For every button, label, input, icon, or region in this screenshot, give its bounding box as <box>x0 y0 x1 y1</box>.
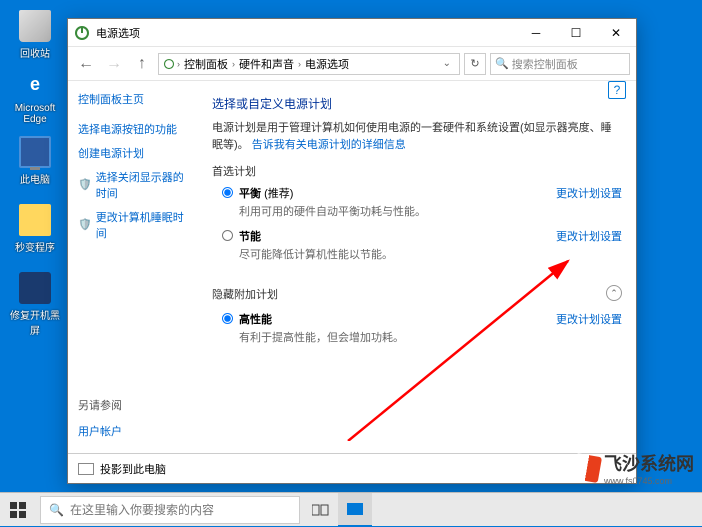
plan-description: 尽可能降低计算机性能以节能。 <box>239 246 556 262</box>
page-heading: 选择或自定义电源计划 <box>212 95 622 112</box>
plan-name: 节能 <box>239 231 261 243</box>
search-icon: 🔍 <box>49 503 64 517</box>
desktop-icon-thispc[interactable]: 此电脑 <box>10 136 60 186</box>
change-plan-link[interactable]: 更改计划设置 <box>556 311 622 327</box>
watermark-url: www.fs0745.com <box>604 476 694 486</box>
breadcrumb[interactable]: › 控制面板 › 硬件和声音 › 电源选项 ⌄ <box>158 53 460 75</box>
chevron-right-icon: › <box>177 59 180 69</box>
plan-radio-powersaver[interactable] <box>222 230 233 241</box>
plan-description: 利用可用的硬件自动平衡功耗与性能。 <box>239 203 556 219</box>
desktop-icon-label: 此电脑 <box>10 171 60 186</box>
task-view-button[interactable] <box>304 493 338 527</box>
desktop-icon-repair[interactable]: 修复开机黑屏 <box>10 272 60 337</box>
plan-highperf: 高性能 有利于提高性能，但会增加功耗。 更改计划设置 <box>222 311 622 351</box>
plan-name: 高性能 <box>239 314 272 326</box>
shield-icon: 🛡️ <box>78 178 92 192</box>
minimize-button[interactable]: ─ <box>516 19 556 47</box>
back-button[interactable]: ← <box>74 52 98 76</box>
up-button[interactable]: ↑ <box>130 52 154 76</box>
desktop-icon-label: 回收站 <box>10 45 60 60</box>
recycle-bin-icon <box>19 10 51 42</box>
desktop-icon-label: 修复开机黑屏 <box>10 307 60 337</box>
taskview-icon <box>312 503 330 517</box>
refresh-button[interactable]: ↻ <box>464 53 486 75</box>
folder-icon <box>19 204 51 236</box>
search-icon: 🔍 <box>495 57 509 70</box>
search-placeholder: 在这里输入你要搜索的内容 <box>70 501 214 518</box>
change-plan-link[interactable]: 更改计划设置 <box>556 185 622 201</box>
computer-icon <box>19 136 51 168</box>
sidebar-link-display-off[interactable]: 🛡️选择关闭显示器的时间 <box>78 169 188 201</box>
close-button[interactable]: ✕ <box>596 19 636 47</box>
plan-description: 有利于提高性能，但会增加功耗。 <box>239 329 556 345</box>
watermark-brand: 飞沙系统网 <box>604 454 694 474</box>
titlebar: 电源选项 ─ ☐ ✕ <box>68 19 636 47</box>
page-description: 电源计划是用于管理计算机如何使用电源的一套硬件和系统设置(如显示器亮度、睡眠等)… <box>212 120 622 153</box>
taskbar: 🔍 在这里输入你要搜索的内容 <box>0 492 702 526</box>
search-input[interactable]: 🔍 搜索控制面板 <box>490 53 630 75</box>
preferred-plans-label: 首选计划 <box>212 163 622 179</box>
search-placeholder: 搜索控制面板 <box>512 56 578 72</box>
change-plan-link[interactable]: 更改计划设置 <box>556 228 622 244</box>
project-icon <box>78 463 94 475</box>
chevron-right-icon: › <box>298 59 301 69</box>
edge-icon: e <box>19 68 51 100</box>
sidebar: 控制面板主页 选择电源按钮的功能 创建电源计划 🛡️选择关闭显示器的时间 🛡️更… <box>68 81 198 453</box>
breadcrumb-segment[interactable]: 电源选项 <box>303 56 351 72</box>
taskbar-app[interactable] <box>338 493 372 527</box>
watermark-logo-icon <box>574 455 600 481</box>
sidebar-link-create-plan[interactable]: 创建电源计划 <box>78 145 188 161</box>
plan-powersaver: 节能 尽可能降低计算机性能以节能。 更改计划设置 <box>222 228 622 268</box>
see-also-label: 另请参阅 <box>78 397 188 413</box>
sidebar-link-sleep[interactable]: 🛡️更改计算机睡眠时间 <box>78 209 188 241</box>
breadcrumb-segment[interactable]: 硬件和声音 <box>237 56 296 72</box>
shield-icon: 🛡️ <box>78 218 92 232</box>
plan-balanced: 平衡 (推荐) 利用可用的硬件自动平衡功耗与性能。 更改计划设置 <box>222 185 622 225</box>
chevron-right-icon: › <box>232 59 235 69</box>
sidebar-link-power-button[interactable]: 选择电源按钮的功能 <box>78 121 188 137</box>
window-icon <box>347 503 363 515</box>
plan-radio-highperf[interactable] <box>222 313 233 324</box>
taskbar-search-input[interactable]: 🔍 在这里输入你要搜索的内容 <box>40 496 300 524</box>
repair-icon <box>19 272 51 304</box>
forward-button[interactable]: → <box>102 52 126 76</box>
window-title: 电源选项 <box>96 25 516 41</box>
plan-name: 平衡 <box>239 188 261 200</box>
navbar: ← → ↑ › 控制面板 › 硬件和声音 › 电源选项 ⌄ ↻ 🔍 搜索控制面板 <box>68 47 636 81</box>
collapse-button[interactable]: ⌃ <box>606 285 622 301</box>
main-panel: 选择或自定义电源计划 电源计划是用于管理计算机如何使用电源的一套硬件和系统设置(… <box>198 81 636 453</box>
power-icon <box>163 58 175 70</box>
desktop-icon-seconds[interactable]: 秒变程序 <box>10 204 60 254</box>
bottombar: 投影到此电脑 <box>68 453 636 483</box>
maximize-button[interactable]: ☐ <box>556 19 596 47</box>
content-area: 控制面板主页 选择电源按钮的功能 创建电源计划 🛡️选择关闭显示器的时间 🛡️更… <box>68 81 636 453</box>
power-options-window: 电源选项 ─ ☐ ✕ ← → ↑ › 控制面板 › 硬件和声音 › 电源选项 ⌄… <box>67 18 637 484</box>
start-button[interactable] <box>0 493 36 527</box>
bottombar-text[interactable]: 投影到此电脑 <box>100 461 166 477</box>
power-icon <box>74 25 90 41</box>
watermark: 飞沙系统网 www.fs0745.com <box>574 450 694 486</box>
recommended-label: (推荐) <box>264 188 293 200</box>
desktop-icon-recycle[interactable]: 回收站 <box>10 10 60 60</box>
desktop-icon-label: 秒变程序 <box>10 239 60 254</box>
hidden-plans-label: 隐藏附加计划 <box>212 286 278 302</box>
sidebar-link-user-accounts[interactable]: 用户帐户 <box>78 423 188 439</box>
desktop-icon-label: Microsoft Edge <box>10 103 60 125</box>
desktop-icon-edge[interactable]: e Microsoft Edge <box>10 68 60 125</box>
control-panel-home-link[interactable]: 控制面板主页 <box>78 91 188 107</box>
windows-icon <box>10 502 26 518</box>
chevron-down-icon[interactable]: ⌄ <box>439 58 455 69</box>
chevron-up-icon: ⌃ <box>610 288 618 299</box>
more-info-link[interactable]: 告诉我有关电源计划的详细信息 <box>252 139 406 151</box>
plan-radio-balanced[interactable] <box>222 187 233 198</box>
breadcrumb-segment[interactable]: 控制面板 <box>182 56 230 72</box>
